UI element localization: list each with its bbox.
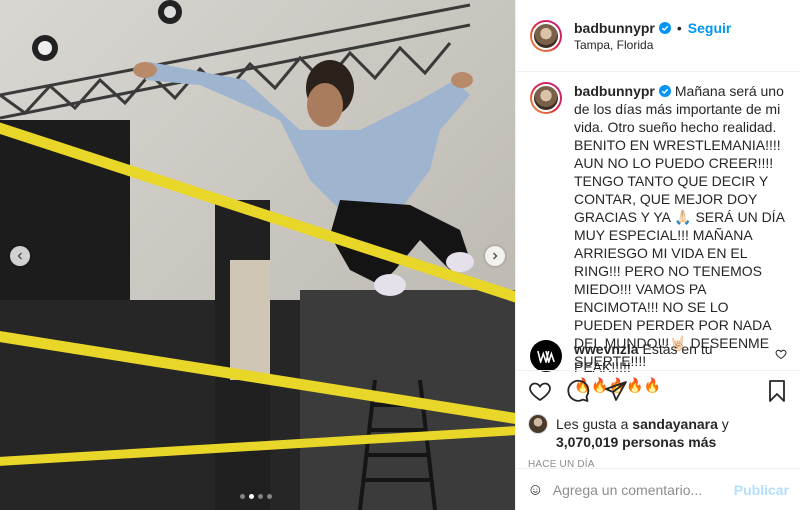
likes-summary: Les gusta a sandayanara y 3,070,019 pers… [528, 414, 789, 451]
caption-text: Mañana será uno de los días más importan… [574, 83, 785, 369]
carousel-dot [240, 494, 245, 499]
like-heart-icon[interactable] [528, 379, 552, 403]
post-comment-button[interactable]: Publicar [734, 482, 789, 498]
follow-button[interactable]: Seguir [688, 20, 732, 36]
wwe-logo-icon [537, 350, 555, 363]
post-actions: Les gusta a sandayanara y 3,070,019 pers… [516, 370, 800, 470]
caption-area: badbunnypr Mañana será uno de los días má… [516, 72, 800, 370]
comment-like-heart-icon[interactable] [775, 348, 787, 360]
username-link[interactable]: badbunnypr [574, 20, 655, 36]
comment-composer: Publicar [516, 468, 800, 510]
verified-badge-icon [658, 21, 671, 34]
commenter-username-link[interactable]: wwevnzla [574, 341, 639, 357]
avatar[interactable] [530, 82, 562, 114]
chevron-right-icon [492, 252, 498, 260]
carousel-indicator [240, 494, 272, 499]
liker-username-link[interactable]: sandayanara [632, 416, 718, 432]
emoji-picker-icon[interactable] [530, 478, 541, 502]
likes-count-link[interactable]: 3,070,019 personas más [556, 434, 716, 450]
caption: badbunnypr Mañana será uno de los días má… [530, 82, 785, 370]
carousel-dot [258, 494, 263, 499]
commenter-avatar[interactable] [530, 340, 562, 372]
save-bookmark-icon[interactable] [765, 379, 789, 403]
post-header: badbunnypr • Seguir Tampa, Florida [516, 0, 800, 72]
carousel-next-button[interactable] [485, 246, 505, 266]
comment-input[interactable] [552, 481, 734, 498]
post-side-panel: badbunnypr • Seguir Tampa, Florida badbu… [515, 0, 800, 510]
separator-dot: • [676, 19, 682, 36]
liker-avatar[interactable] [528, 414, 548, 434]
location-link[interactable]: Tampa, Florida [574, 38, 731, 52]
post-media[interactable] [0, 0, 515, 510]
carousel-dot-active [249, 494, 254, 499]
carousel-dot [267, 494, 272, 499]
share-paper-plane-icon[interactable] [604, 379, 628, 403]
comment-bubble-icon[interactable] [566, 379, 590, 403]
verified-badge-icon [658, 85, 671, 97]
likes-prefix: Les gusta a [556, 416, 629, 432]
avatar[interactable] [530, 19, 562, 52]
post-photo [0, 0, 515, 510]
carousel-prev-button[interactable] [10, 246, 30, 266]
caption-username-link[interactable]: badbunnypr [574, 83, 655, 99]
likes-connector: y [721, 416, 729, 432]
chevron-left-icon [17, 252, 23, 260]
